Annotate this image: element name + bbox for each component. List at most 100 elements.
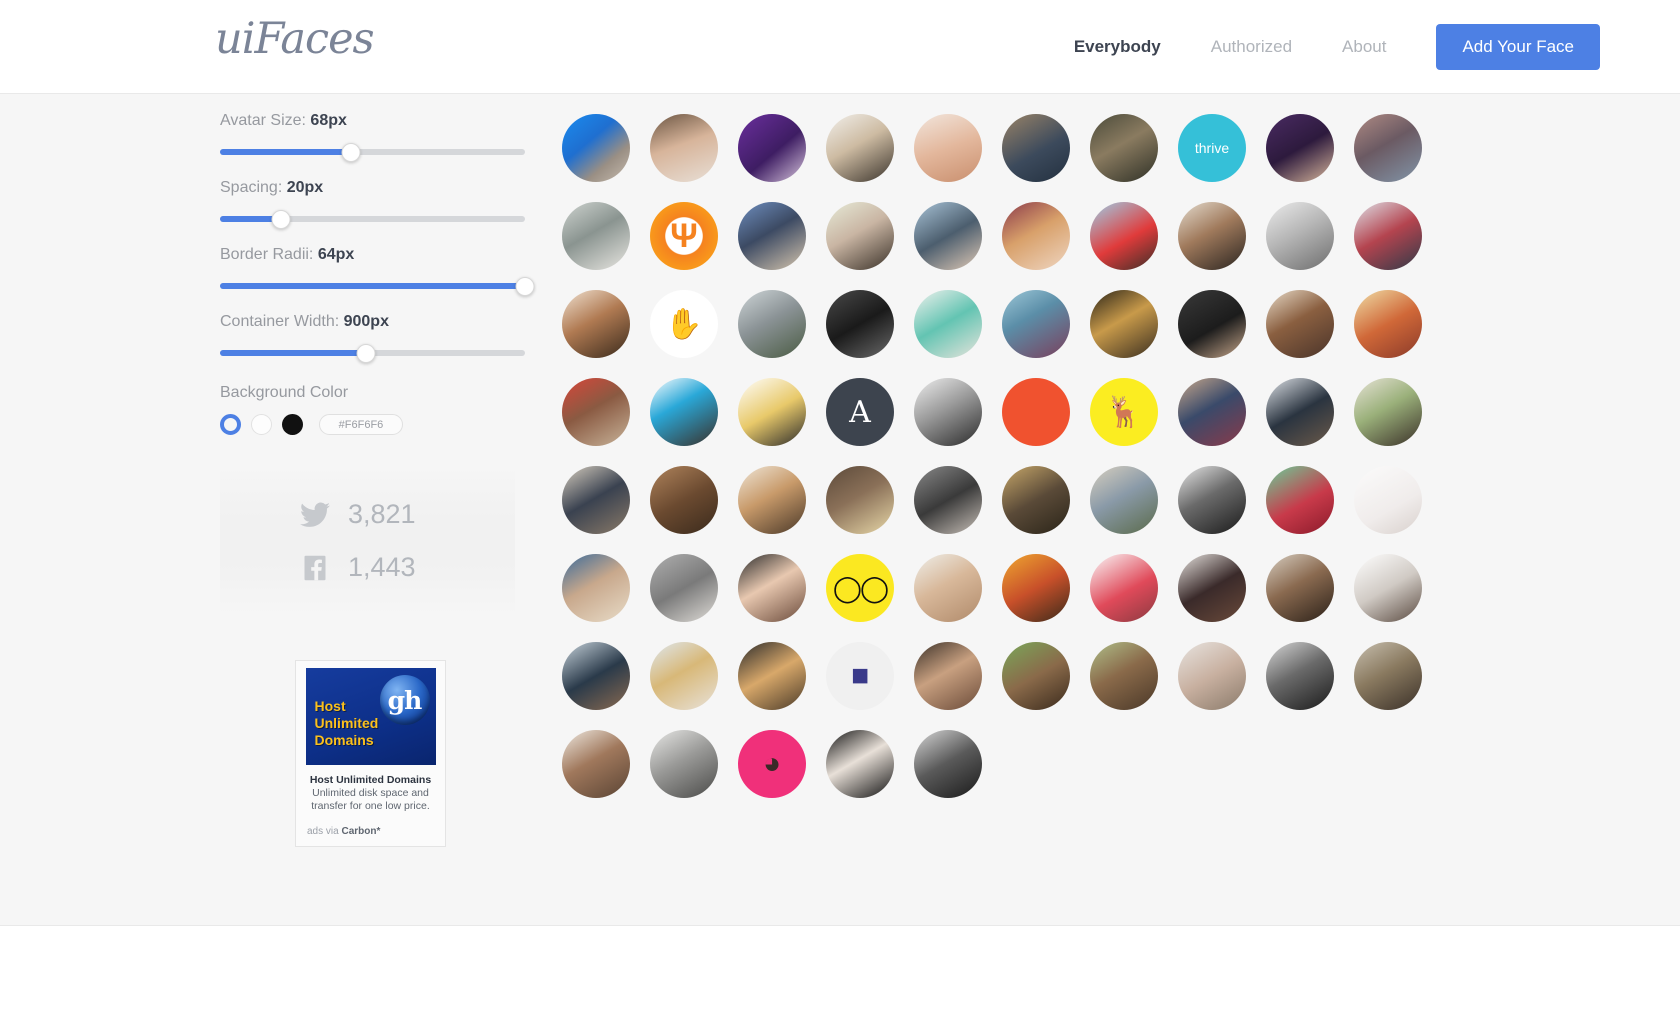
avatar-item[interactable] <box>826 290 894 358</box>
avatar-item[interactable] <box>1266 114 1334 182</box>
avatar-item[interactable] <box>1002 466 1070 534</box>
avatar-item[interactable] <box>1178 466 1246 534</box>
border-radii-slider[interactable] <box>220 277 535 296</box>
avatar-item[interactable] <box>1002 114 1070 182</box>
swatch-black[interactable] <box>282 414 303 435</box>
ad-carbon-credit[interactable]: ads via Carbon* <box>303 826 438 837</box>
avatar-item[interactable] <box>738 378 806 446</box>
avatar-item[interactable] <box>562 378 630 446</box>
avatar-item[interactable] <box>1090 290 1158 358</box>
avatar-item[interactable] <box>1266 642 1334 710</box>
avatar-item[interactable] <box>1354 114 1422 182</box>
avatar-item[interactable] <box>1354 290 1422 358</box>
avatar-item[interactable] <box>1178 290 1246 358</box>
avatar-item[interactable] <box>1266 554 1334 622</box>
avatar-label: thrive <box>1194 140 1230 156</box>
avatar-item[interactable] <box>738 114 806 182</box>
avatar-item[interactable] <box>1002 554 1070 622</box>
avatar-item[interactable] <box>1002 290 1070 358</box>
avatar-item[interactable] <box>1178 378 1246 446</box>
avatar-item[interactable]: ◯◯ <box>826 554 894 622</box>
avatar-item[interactable] <box>650 114 718 182</box>
avatar-item[interactable] <box>562 554 630 622</box>
avatar-item[interactable] <box>738 554 806 622</box>
avatar-item[interactable] <box>826 730 894 798</box>
container-width-slider[interactable] <box>220 344 525 363</box>
avatar-item[interactable] <box>1090 202 1158 270</box>
avatar-item[interactable] <box>914 466 982 534</box>
avatar-item[interactable] <box>1178 642 1246 710</box>
avatar-item[interactable] <box>562 290 630 358</box>
avatar-item[interactable] <box>1266 290 1334 358</box>
avatar-item[interactable] <box>914 202 982 270</box>
avatar-item[interactable] <box>562 202 630 270</box>
avatar-item[interactable] <box>914 730 982 798</box>
avatar-item[interactable] <box>826 466 894 534</box>
nav-item-about[interactable]: About <box>1342 37 1386 57</box>
add-your-face-button[interactable]: Add Your Face <box>1436 24 1600 70</box>
avatar-item[interactable] <box>562 730 630 798</box>
avatar-item[interactable] <box>914 290 982 358</box>
avatar-item[interactable] <box>1266 378 1334 446</box>
avatar-size-slider[interactable] <box>220 143 525 162</box>
swatch-white[interactable] <box>251 414 272 435</box>
avatar-item[interactable]: ✋ <box>650 290 718 358</box>
avatar-item[interactable]: ◕ <box>738 730 806 798</box>
avatar-item[interactable] <box>1354 642 1422 710</box>
avatar-item[interactable] <box>650 466 718 534</box>
avatar-item[interactable] <box>650 378 718 446</box>
avatar-item[interactable]: Ψ <box>650 202 718 270</box>
avatar-item[interactable] <box>1354 554 1422 622</box>
avatar-item[interactable]: A <box>826 378 894 446</box>
slider-thumb[interactable] <box>341 143 361 162</box>
avatar-item[interactable] <box>562 114 630 182</box>
slider-thumb[interactable] <box>515 277 535 296</box>
avatar-item[interactable] <box>1354 378 1422 446</box>
nav-item-authorized[interactable]: Authorized <box>1211 37 1292 57</box>
avatar-item[interactable] <box>914 554 982 622</box>
swatch-selected-blue[interactable] <box>220 414 241 435</box>
avatar-item[interactable] <box>1002 642 1070 710</box>
avatar-item[interactable] <box>1178 554 1246 622</box>
ad-banner-image[interactable]: gh Host Unlimited Domains <box>305 668 436 765</box>
avatar-item[interactable] <box>562 642 630 710</box>
nav-item-everybody[interactable]: Everybody <box>1074 37 1161 57</box>
avatar-item[interactable] <box>650 642 718 710</box>
background-hex-input[interactable] <box>319 414 403 435</box>
slider-thumb[interactable] <box>271 210 291 229</box>
avatar-item[interactable] <box>562 466 630 534</box>
avatar-item[interactable] <box>1266 466 1334 534</box>
avatar-item[interactable] <box>1090 466 1158 534</box>
avatar-item[interactable] <box>914 642 982 710</box>
avatar-item[interactable] <box>914 114 982 182</box>
avatar-item[interactable]: 🦌 <box>1090 378 1158 446</box>
avatar-item[interactable] <box>738 466 806 534</box>
slider-thumb[interactable] <box>356 344 376 363</box>
avatar-item[interactable] <box>1002 202 1070 270</box>
avatar-item[interactable] <box>1002 378 1070 446</box>
avatar-item[interactable] <box>650 554 718 622</box>
avatar-item[interactable] <box>738 290 806 358</box>
avatar-item[interactable] <box>1090 642 1158 710</box>
avatar-item[interactable] <box>1178 202 1246 270</box>
avatar-item[interactable] <box>1354 202 1422 270</box>
avatar-item[interactable] <box>738 202 806 270</box>
carbon-ad[interactable]: gh Host Unlimited Domains Host Unlimited… <box>295 660 446 847</box>
avatar-item[interactable] <box>826 202 894 270</box>
facebook-stat-row[interactable]: 1,443 <box>300 552 435 583</box>
avatar-item[interactable] <box>1090 554 1158 622</box>
avatar-item[interactable] <box>650 730 718 798</box>
spacing-slider[interactable] <box>220 210 525 229</box>
avatar-item[interactable] <box>1354 466 1422 534</box>
avatar-item[interactable]: ■ <box>826 642 894 710</box>
avatar-item[interactable] <box>1266 202 1334 270</box>
avatar-item[interactable]: thrive <box>1178 114 1246 182</box>
avatar-item[interactable] <box>738 642 806 710</box>
avatar-item[interactable] <box>914 378 982 446</box>
site-logo[interactable]: uiFaces <box>215 14 375 64</box>
background-color-label: Background Color <box>220 384 349 401</box>
avatar-item[interactable] <box>826 114 894 182</box>
spacing-label: Spacing: 20px <box>220 179 525 197</box>
avatar-item[interactable] <box>1090 114 1158 182</box>
twitter-stat-row[interactable]: 3,821 <box>300 499 435 530</box>
